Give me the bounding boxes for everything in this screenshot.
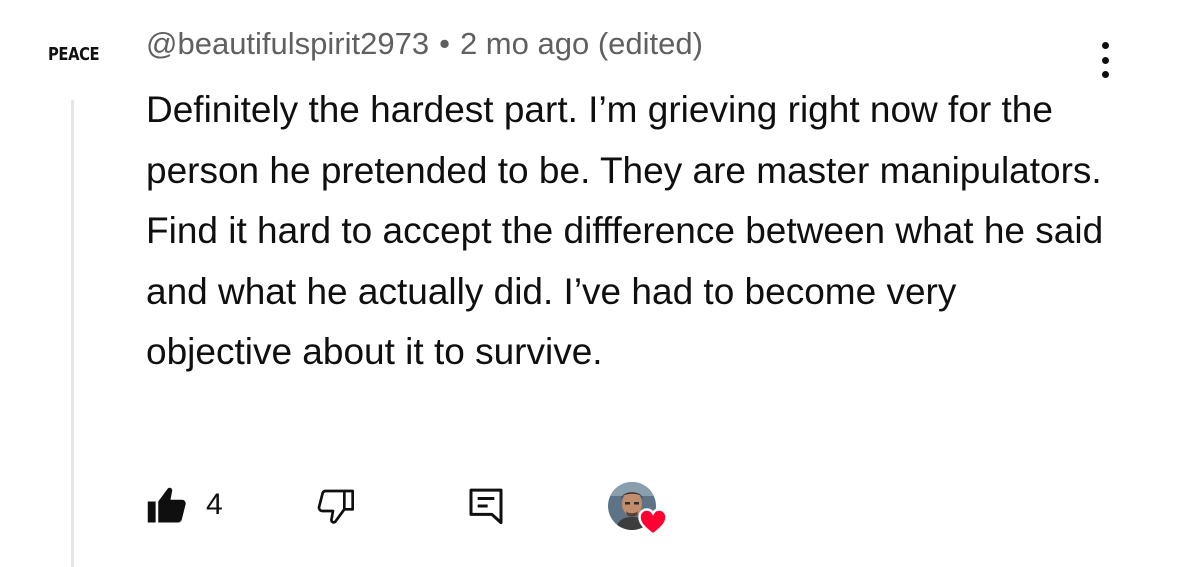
like-count: 4 [206, 488, 223, 521]
heart-icon [638, 508, 668, 536]
comment-text: Definitely the hardest part. I’m grievin… [146, 89, 1104, 372]
more-vert-icon[interactable] [1097, 42, 1113, 78]
thread-line [71, 100, 74, 567]
comment-timestamp[interactable]: 2 mo ago (edited) [460, 26, 703, 61]
comment-author[interactable]: @beautifulspirit2973 [146, 26, 429, 61]
thumbs-up-filled-icon[interactable] [146, 484, 188, 526]
comment-meta: @beautifulspirit2973 • 2 mo ago (edited) [146, 26, 703, 62]
thumbs-down-outline-icon[interactable] [316, 486, 356, 526]
meta-separator: • [439, 26, 450, 61]
comment-reply-icon[interactable] [466, 486, 506, 526]
channel-avatar-logo[interactable]: PEACE [48, 44, 100, 65]
